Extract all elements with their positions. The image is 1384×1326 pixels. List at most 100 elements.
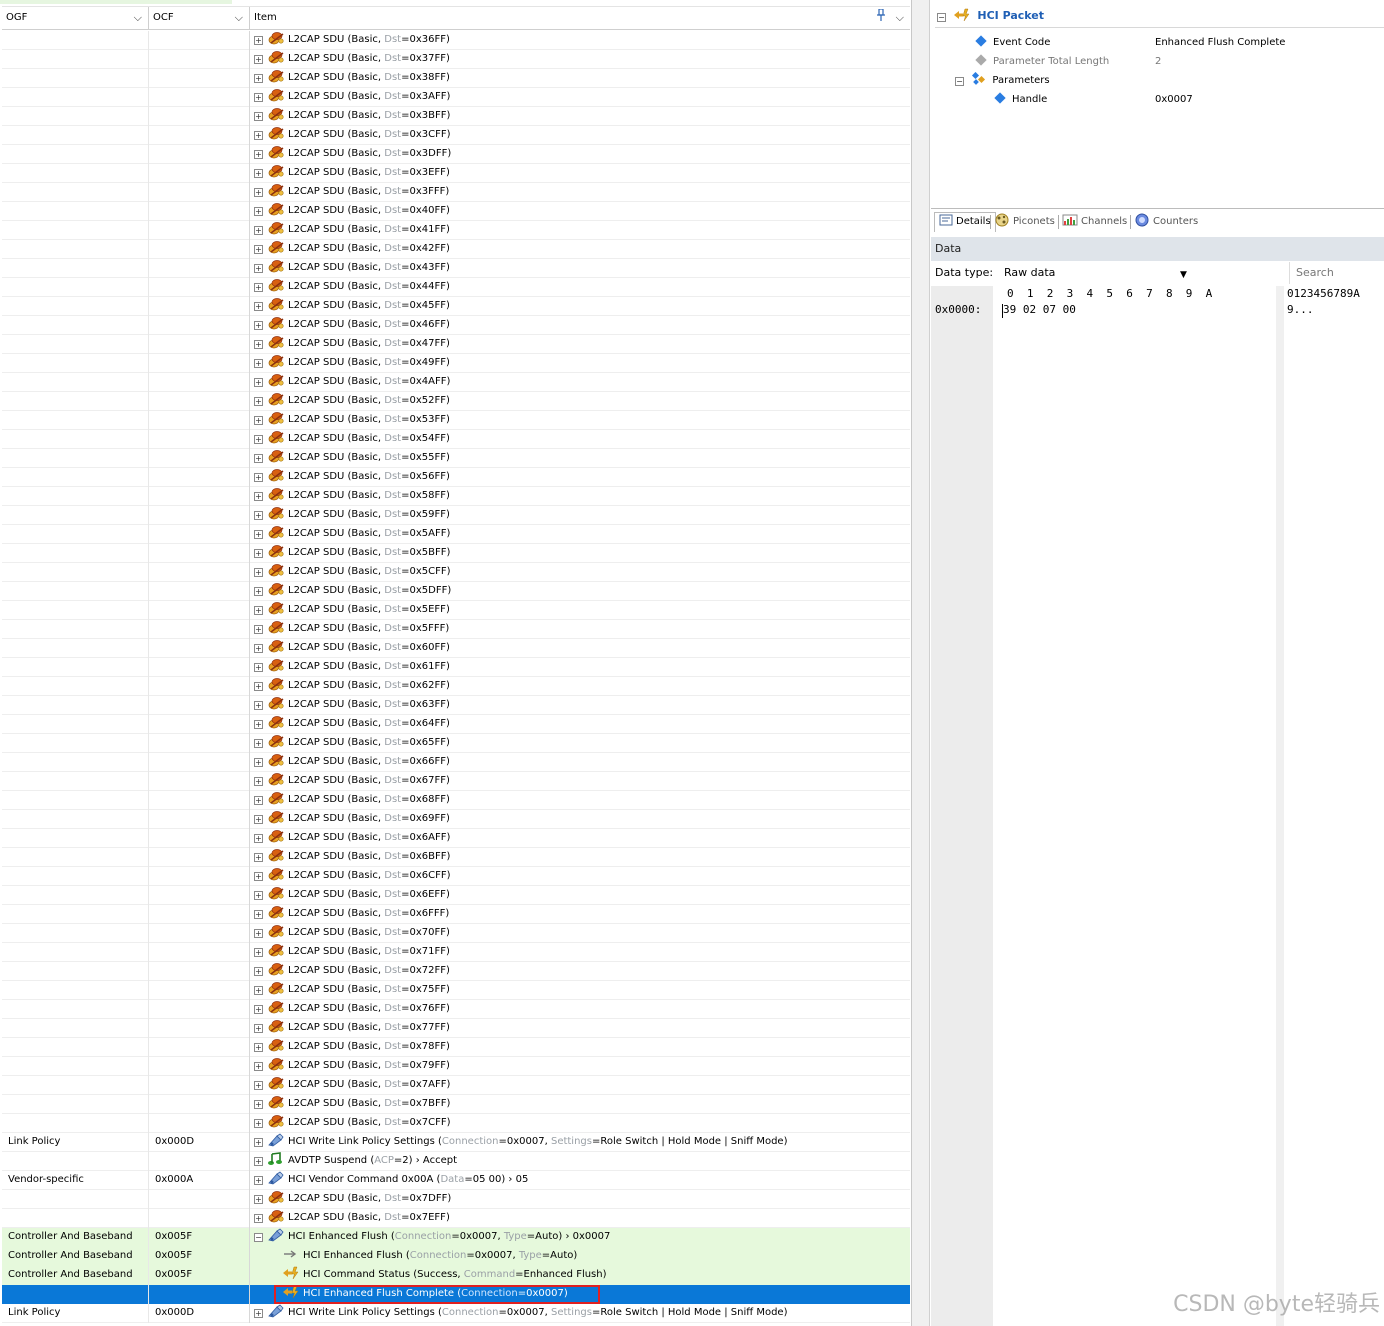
table-row[interactable]: + L2CAP SDU (Basic, Dst=0x58FF) — [2, 487, 910, 506]
expand-icon[interactable]: + — [254, 321, 263, 330]
table-row[interactable]: + L2CAP SDU (Basic, Dst=0x52FF) — [2, 392, 910, 411]
column-header-item[interactable]: Item ⌵ — [250, 7, 910, 30]
table-row[interactable]: + L2CAP SDU (Basic, Dst=0x65FF) — [2, 734, 910, 753]
table-row-selected[interactable]: HCI Enhanced Flush Complete (Connection=… — [2, 1285, 910, 1304]
table-row[interactable]: + L2CAP SDU (Basic, Dst=0x77FF) — [2, 1019, 910, 1038]
table-row[interactable]: + L2CAP SDU (Basic, Dst=0x54FF) — [2, 430, 910, 449]
table-row[interactable]: + L2CAP SDU (Basic, Dst=0x47FF) — [2, 335, 910, 354]
table-row[interactable]: + L2CAP SDU (Basic, Dst=0x3CFF) — [2, 126, 910, 145]
table-row[interactable]: + L2CAP SDU (Basic, Dst=0x49FF) — [2, 354, 910, 373]
expand-icon[interactable]: + — [254, 948, 263, 957]
table-row[interactable]: + L2CAP SDU (Basic, Dst=0x3AFF) — [2, 88, 910, 107]
expand-icon[interactable]: + — [254, 416, 263, 425]
details-title-row[interactable]: − HCI Packet — [935, 6, 1384, 28]
expand-icon[interactable]: + — [254, 644, 263, 653]
column-header-ocf[interactable]: OCF ⌵ — [149, 7, 250, 30]
expand-icon[interactable]: + — [254, 1062, 263, 1071]
table-row[interactable]: + L2CAP SDU (Basic, Dst=0x64FF) — [2, 715, 910, 734]
table-row[interactable]: + L2CAP SDU (Basic, Dst=0x5CFF) — [2, 563, 910, 582]
expand-icon[interactable]: + — [254, 340, 263, 349]
table-row[interactable]: + L2CAP SDU (Basic, Dst=0x63FF) — [2, 696, 910, 715]
expand-icon[interactable]: + — [254, 891, 263, 900]
table-row[interactable]: Link Policy 0x000D + HCI Write Link Policy … — [2, 1304, 910, 1323]
expand-icon[interactable]: + — [254, 169, 263, 178]
expand-icon[interactable]: + — [254, 758, 263, 767]
table-row[interactable]: Link Policy 0x000D + HCI Write Link Policy … — [2, 1133, 910, 1152]
table-row[interactable]: + L2CAP SDU (Basic, Dst=0x66FF) — [2, 753, 910, 772]
table-row[interactable]: + L2CAP SDU (Basic, Dst=0x3FFF) — [2, 183, 910, 202]
table-row[interactable]: + L2CAP SDU (Basic, Dst=0x5FFF) — [2, 620, 910, 639]
table-row[interactable]: + AVDTP Suspend (ACP=2) › Accept — [2, 1152, 910, 1171]
collapse-icon[interactable]: − — [955, 77, 964, 86]
table-row[interactable]: + L2CAP SDU (Basic, Dst=0x6BFF) — [2, 848, 910, 867]
table-row[interactable]: + L2CAP SDU (Basic, Dst=0x55FF) — [2, 449, 910, 468]
table-row[interactable]: + L2CAP SDU (Basic, Dst=0x43FF) — [2, 259, 910, 278]
expand-icon[interactable]: + — [254, 606, 263, 615]
table-row[interactable]: + L2CAP SDU (Basic, Dst=0x78FF) — [2, 1038, 910, 1057]
table-row[interactable]: + L2CAP SDU (Basic, Dst=0x59FF) — [2, 506, 910, 525]
expand-icon[interactable]: + — [254, 1043, 263, 1052]
expand-icon[interactable]: + — [254, 454, 263, 463]
expand-icon[interactable]: + — [254, 1138, 263, 1147]
expand-icon[interactable]: + — [254, 435, 263, 444]
field-row-handle[interactable]: Handle — [994, 90, 1047, 109]
expand-icon[interactable]: + — [254, 701, 263, 710]
expand-icon[interactable]: + — [254, 74, 263, 83]
expand-icon[interactable]: + — [254, 1157, 263, 1166]
table-row[interactable]: + L2CAP SDU (Basic, Dst=0x7CFF) — [2, 1114, 910, 1133]
field-row-parameter-total-length[interactable]: Parameter Total Length — [975, 52, 1109, 71]
table-row[interactable]: + L2CAP SDU (Basic, Dst=0x3BFF) — [2, 107, 910, 126]
chevron-down-icon[interactable]: ⌵ — [134, 7, 142, 29]
expand-icon[interactable]: + — [254, 302, 263, 311]
table-row[interactable]: + L2CAP SDU (Basic, Dst=0x6CFF) — [2, 867, 910, 886]
expand-icon[interactable]: + — [254, 245, 263, 254]
table-row[interactable]: + L2CAP SDU (Basic, Dst=0x36FF) — [2, 31, 910, 50]
table-row[interactable]: + L2CAP SDU (Basic, Dst=0x37FF) — [2, 50, 910, 69]
tab-counters[interactable]: Counters — [1134, 213, 1198, 233]
table-row[interactable]: + L2CAP SDU (Basic, Dst=0x44FF) — [2, 278, 910, 297]
table-row[interactable]: + L2CAP SDU (Basic, Dst=0x53FF) — [2, 411, 910, 430]
table-row[interactable]: + L2CAP SDU (Basic, Dst=0x3DFF) — [2, 145, 910, 164]
table-row[interactable]: + L2CAP SDU (Basic, Dst=0x69FF) — [2, 810, 910, 829]
expand-icon[interactable]: + — [254, 815, 263, 824]
expand-icon[interactable]: + — [254, 207, 263, 216]
table-row[interactable]: + L2CAP SDU (Basic, Dst=0x76FF) — [2, 1000, 910, 1019]
table-row[interactable]: + L2CAP SDU (Basic, Dst=0x70FF) — [2, 924, 910, 943]
table-row[interactable]: + L2CAP SDU (Basic, Dst=0x6FFF) — [2, 905, 910, 924]
expand-icon[interactable]: + — [254, 587, 263, 596]
expand-icon[interactable]: + — [254, 986, 263, 995]
expand-icon[interactable]: + — [254, 720, 263, 729]
expand-icon[interactable]: + — [254, 226, 263, 235]
expand-icon[interactable]: + — [254, 36, 263, 45]
table-row[interactable]: + L2CAP SDU (Basic, Dst=0x42FF) — [2, 240, 910, 259]
table-row[interactable]: + L2CAP SDU (Basic, Dst=0x71FF) — [2, 943, 910, 962]
expand-icon[interactable]: + — [254, 1005, 263, 1014]
table-row[interactable]: + L2CAP SDU (Basic, Dst=0x5DFF) — [2, 582, 910, 601]
expand-icon[interactable]: + — [254, 283, 263, 292]
data-type-select[interactable]: Raw data ▼ — [1001, 264, 1187, 284]
table-row[interactable]: + L2CAP SDU (Basic, Dst=0x67FF) — [2, 772, 910, 791]
expand-icon[interactable]: + — [254, 1024, 263, 1033]
table-row[interactable]: + L2CAP SDU (Basic, Dst=0x60FF) — [2, 639, 910, 658]
table-row[interactable]: + L2CAP SDU (Basic, Dst=0x79FF) — [2, 1057, 910, 1076]
expand-icon[interactable]: + — [254, 739, 263, 748]
tab-channels[interactable]: Channels — [1062, 213, 1127, 233]
tab-details[interactable]: Details — [934, 212, 996, 232]
expand-icon[interactable]: + — [254, 55, 263, 64]
table-row[interactable]: + L2CAP SDU (Basic, Dst=0x4AFF) — [2, 373, 910, 392]
field-row-parameters[interactable]: − Parameters — [955, 71, 1050, 90]
table-row[interactable]: + L2CAP SDU (Basic, Dst=0x5BFF) — [2, 544, 910, 563]
table-row[interactable]: + L2CAP SDU (Basic, Dst=0x56FF) — [2, 468, 910, 487]
expand-icon[interactable]: + — [254, 777, 263, 786]
expand-icon[interactable]: + — [254, 682, 263, 691]
table-row[interactable]: + L2CAP SDU (Basic, Dst=0x61FF) — [2, 658, 910, 677]
table-row[interactable]: + L2CAP SDU (Basic, Dst=0x7BFF) — [2, 1095, 910, 1114]
table-row[interactable]: + L2CAP SDU (Basic, Dst=0x7AFF) — [2, 1076, 910, 1095]
collapse-icon[interactable]: − — [254, 1233, 263, 1242]
expand-icon[interactable]: + — [254, 264, 263, 273]
table-row[interactable]: + L2CAP SDU (Basic, Dst=0x5AFF) — [2, 525, 910, 544]
expand-icon[interactable]: + — [254, 150, 263, 159]
expand-icon[interactable]: + — [254, 1214, 263, 1223]
expand-icon[interactable]: + — [254, 1195, 263, 1204]
ascii-bytes[interactable]: 9... — [1287, 303, 1314, 316]
